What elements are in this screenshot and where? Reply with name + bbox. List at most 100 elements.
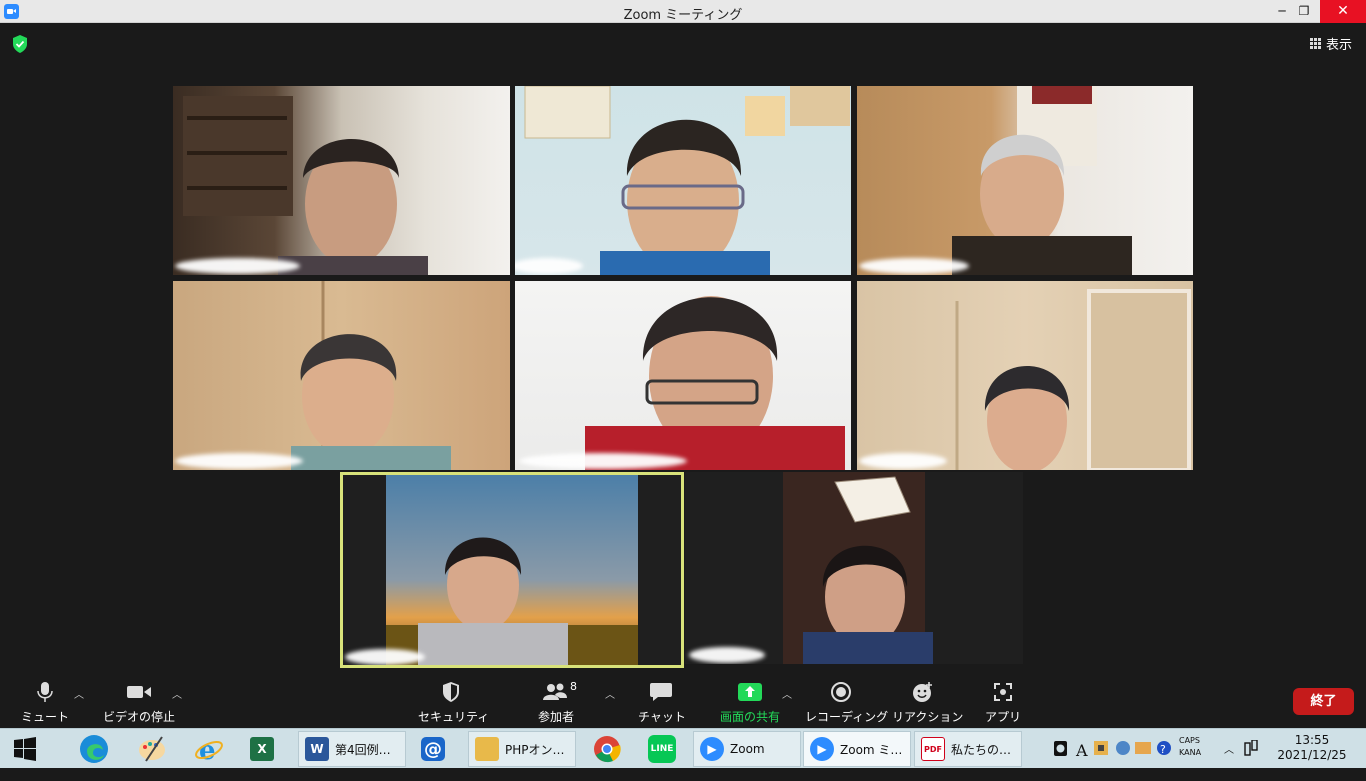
zoom-icon: ▶ [700,737,724,761]
line-taskbar-icon[interactable]: LINE [642,731,676,767]
clock-time: 13:55 [1294,733,1330,747]
chat-button[interactable]: チャット [638,680,686,725]
video-camera-icon [100,680,178,704]
participant-video-tile[interactable] [515,281,851,470]
windows-logo-icon [14,737,36,761]
meeting-area: 表示 [0,24,1366,726]
share-options-caret[interactable]: ︿ [782,686,792,701]
participant-name-label [689,647,765,663]
reactions-button[interactable]: リアクション [892,680,964,725]
share-screen-label: 画面の共有 [719,710,780,724]
security-button[interactable]: セキュリティ [418,680,490,725]
mail-taskbar-icon[interactable]: @ [415,731,445,767]
participant-person [524,86,850,275]
record-icon [805,680,877,704]
participant-person [783,472,933,664]
word-icon: W [305,737,329,761]
zoom-meeting-taskbar-button[interactable]: ▶ Zoom ミ… [803,731,911,767]
window-title: Zoom ミーティング [623,8,743,23]
participant-name-label [519,453,687,469]
reactions-label: リアクション [892,710,964,724]
audio-options-caret[interactable]: ︿ [74,686,84,701]
pdf-taskbar-label: 私たちの… [951,742,1012,757]
stop-video-label: ビデオの停止 [102,710,175,724]
record-label: レコーディング [805,710,889,724]
zoom-meeting-taskbar-label: Zoom ミ… [840,742,903,757]
apps-icon [983,680,1023,704]
participant-name-label [175,258,300,274]
meeting-toolbar: ミュート ︿ ビデオの停止 ︿ セキュリティ 8 参加者 ︿ チャット 画面の共… [0,678,1366,726]
close-button[interactable]: ✕ [1320,0,1366,23]
apps-button[interactable]: アプリ [983,680,1023,725]
participant-person [952,86,1132,275]
view-button[interactable]: 表示 [1309,34,1352,53]
participant-person [386,475,638,665]
participant-name-label [859,453,947,469]
edge-taskbar-icon[interactable] [72,731,110,767]
record-button[interactable]: レコーディング [805,680,889,725]
zoom-taskbar-button[interactable]: ▶ Zoom [693,731,801,767]
mute-label: ミュート [20,710,69,724]
participant-name-label [345,649,425,665]
participant-video-tile[interactable] [857,86,1193,275]
svg-text:e: e [199,736,216,765]
participant-video-tile[interactable] [173,281,510,470]
participant-name-label [859,258,969,274]
microphone-icon [20,680,70,704]
paint-taskbar-icon[interactable] [130,731,168,767]
excel-taskbar-icon[interactable]: X [244,731,274,767]
participant-video-tile[interactable] [515,86,851,275]
folder-icon [475,737,499,761]
participants-button[interactable]: 8 参加者 [530,680,582,725]
stop-video-button[interactable]: ビデオの停止 [100,680,178,725]
system-tray: A ? [1048,729,1176,769]
system-clock[interactable]: 13:55 2021/12/25 [1276,733,1348,763]
participants-count: 8 [570,680,577,693]
internet-explorer-taskbar-icon[interactable]: e [187,731,225,767]
view-label: 表示 [1325,38,1352,53]
smiley-plus-icon [892,680,954,704]
clock-date: 2021/12/25 [1277,748,1347,762]
security-shield-icon [418,680,484,704]
participants-label: 参加者 [537,710,574,724]
pdf-taskbar-button[interactable]: PDF 私たちの… [914,731,1022,767]
mute-button[interactable]: ミュート [20,680,70,725]
participants-options-caret[interactable]: ︿ [605,686,615,701]
share-screen-icon [715,680,785,704]
share-screen-button[interactable]: 画面の共有 [715,680,785,725]
svg-text:A: A [1075,741,1088,760]
participant-person [955,289,1191,470]
participant-person [291,281,451,470]
zoom-taskbar-label: Zoom [730,742,765,756]
title-bar: Zoom ミーティング ─ ❐ ✕ [0,0,1366,23]
network-icon[interactable] [1244,739,1258,780]
participant-person [183,96,428,275]
start-button[interactable] [6,731,38,767]
caps-indicator: CAPS [1179,736,1200,745]
grid-view-icon [1309,38,1321,49]
participants-icon: 8 [530,680,582,704]
chrome-taskbar-icon[interactable] [586,731,622,767]
participant-name-label [175,453,303,469]
tray-icons[interactable]: A ? [1048,729,1176,769]
word-taskbar-label: 第4回例… [335,742,391,757]
active-speaker-video-tile[interactable] [340,472,684,668]
folder-taskbar-button[interactable]: PHPオン… [468,731,576,767]
restore-button[interactable]: ❐ [1284,0,1324,23]
participant-person [585,296,845,470]
ime-indicator[interactable]: CAPS KANA [1179,735,1201,775]
encryption-shield-icon[interactable] [12,35,28,53]
zoom-meeting-icon: ▶ [810,737,834,761]
apps-label: アプリ [984,710,1021,724]
security-label: セキュリティ [418,710,490,724]
end-meeting-button[interactable]: 終了 [1293,688,1354,715]
kana-indicator: KANA [1179,748,1202,757]
participant-video-tile[interactable] [685,472,1023,664]
show-hidden-icons-caret[interactable]: ︿ [1224,741,1234,781]
windows-taskbar: e X W 第4回例… @ PHPオン… LINE ▶ Zoom ▶ Zoom … [0,728,1366,768]
word-taskbar-button[interactable]: W 第4回例… [298,731,406,767]
participant-video-tile[interactable] [857,281,1193,470]
participant-video-tile[interactable] [173,86,510,275]
folder-taskbar-label: PHPオン… [505,742,565,757]
video-options-caret[interactable]: ︿ [172,686,182,701]
